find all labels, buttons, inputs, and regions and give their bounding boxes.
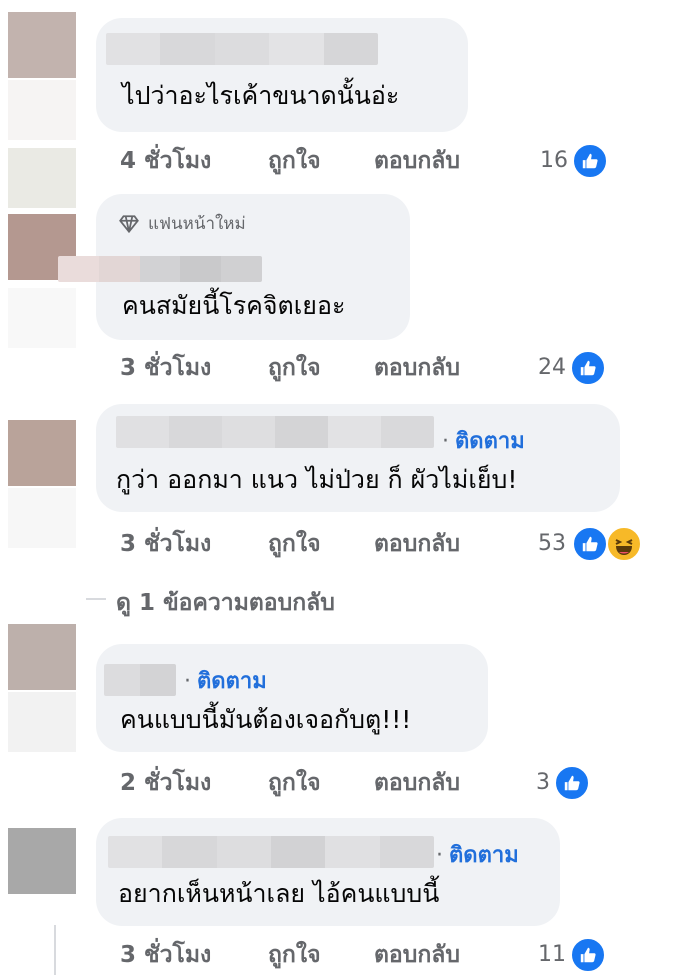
comment-text: ไปว่าอะไรเค้าขนาดนั้นอ่ะ [122, 81, 400, 110]
comment-text: คนสมัยนี้โรคจิตเยอะ [122, 291, 346, 320]
follow-label[interactable]: ติดตาม [197, 669, 267, 694]
like-icon[interactable] [570, 350, 606, 386]
avatar-shadow [8, 148, 76, 208]
thread-line [54, 925, 56, 975]
comment-time[interactable]: 3 ชั่วโมง [120, 940, 211, 970]
commenter-name-blurred[interactable] [116, 416, 434, 448]
comment-text: คนแบบนี้มันต้องเจอกับตู!!! [120, 705, 412, 734]
separator-dot: · [184, 669, 191, 694]
reaction-count[interactable]: 11 [526, 940, 566, 970]
like-icon[interactable] [572, 526, 608, 562]
thread-line [86, 598, 106, 600]
avatar-shadow [8, 288, 76, 348]
commenter-name-blurred[interactable] [108, 836, 434, 868]
follow-label[interactable]: ติดตาม [455, 429, 525, 454]
avatar[interactable] [8, 12, 76, 78]
separator-dot: · [442, 429, 449, 454]
fan-badge: แฟนหน้าใหม่ [118, 210, 246, 237]
view-replies-link[interactable]: ดู 1 ข้อความตอบกลับ [116, 588, 335, 618]
avatar-shadow [8, 488, 76, 548]
commenter-name-blurred[interactable] [106, 33, 378, 65]
avatar[interactable] [8, 420, 76, 486]
reply-link[interactable]: ตอบกลับ [374, 353, 460, 383]
avatar[interactable] [8, 624, 76, 690]
like-icon[interactable] [572, 143, 608, 179]
follow-link[interactable]: · ติดตาม [184, 668, 267, 696]
commenter-name-blurred[interactable] [58, 256, 262, 282]
reaction-count[interactable]: 16 [520, 146, 568, 176]
like-icon[interactable] [554, 765, 590, 801]
like-link[interactable]: ถูกใจ [268, 768, 321, 798]
comment-text: อยากเห็นหน้าเลย ไอ้คนแบบนี้ [118, 879, 440, 908]
reaction-count[interactable]: 24 [516, 353, 566, 383]
like-link[interactable]: ถูกใจ [268, 529, 321, 559]
like-link[interactable]: ถูกใจ [268, 146, 321, 176]
reply-link[interactable]: ตอบกลับ [374, 146, 460, 176]
commenter-name-blurred[interactable] [104, 664, 176, 696]
reply-link[interactable]: ตอบกลับ [374, 940, 460, 970]
comment-time[interactable]: 3 ชั่วโมง [120, 353, 211, 383]
avatar-shadow [8, 692, 76, 752]
comment-time[interactable]: 2 ชั่วโมง [120, 768, 211, 798]
avatar-shadow [8, 80, 76, 140]
follow-link[interactable]: · ติดตาม [442, 428, 525, 456]
comment-time[interactable]: 4 ชั่วโมง [120, 146, 211, 176]
follow-link[interactable]: · ติดตาม [436, 842, 519, 870]
like-link[interactable]: ถูกใจ [268, 353, 321, 383]
avatar[interactable] [8, 828, 76, 894]
comment-time[interactable]: 3 ชั่วโมง [120, 529, 211, 559]
separator-dot: · [436, 843, 443, 868]
badge-label: แฟนหน้าใหม่ [148, 214, 246, 234]
reaction-count[interactable]: 3 [520, 768, 550, 798]
comment-text: กูว่า ออกมา แนว ไม่ป่วย ก็ ผัวไม่เย็บ! [116, 465, 518, 494]
reply-link[interactable]: ตอบกลับ [374, 529, 460, 559]
reply-link[interactable]: ตอบกลับ [374, 768, 460, 798]
like-link[interactable]: ถูกใจ [268, 940, 321, 970]
reaction-count[interactable]: 53 [518, 529, 566, 559]
follow-label[interactable]: ติดตาม [449, 843, 519, 868]
haha-icon[interactable] [606, 526, 642, 562]
diamond-icon [119, 214, 139, 233]
like-icon[interactable] [570, 937, 606, 973]
